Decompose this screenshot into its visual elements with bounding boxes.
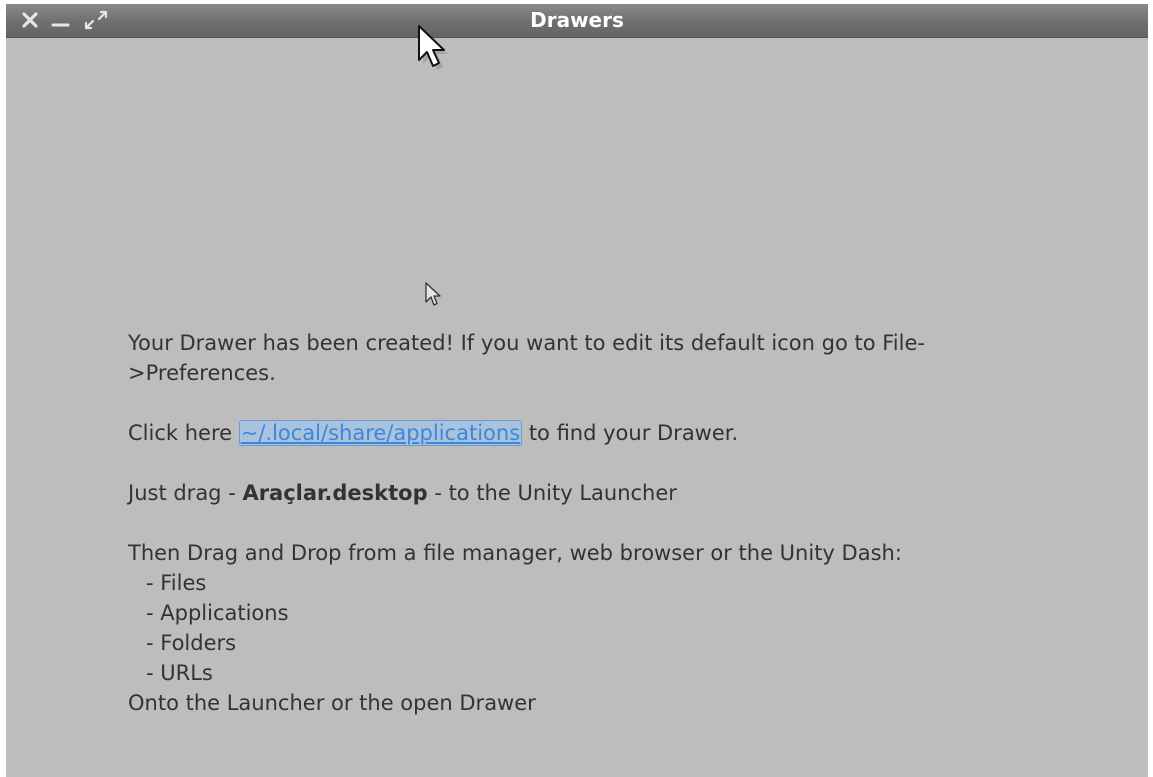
list-item: - Files [146, 571, 207, 595]
outro-line: Onto the Launcher or the open Drawer [128, 691, 536, 715]
title-bar[interactable]: Drawers [6, 4, 1148, 38]
mouse-pointer-icon [425, 282, 441, 306]
drawer-info-text: Your Drawer has been created! If you wan… [128, 328, 1128, 718]
click-here-line: Click here ~/.local/share/applications t… [128, 418, 1128, 448]
drawers-window: Drawers Your Drawer has been created! If… [6, 4, 1148, 777]
mouse-pointer-icon [418, 25, 448, 70]
drag-suffix: - to the Unity Launcher [427, 481, 677, 505]
list-item: - Folders [146, 631, 237, 655]
drag-line: Just drag - Araçlar.desktop - to the Uni… [128, 478, 1128, 508]
applications-folder-link[interactable]: ~/.local/share/applications [238, 420, 523, 446]
drag-prefix: Just drag - [128, 481, 243, 505]
intro-line-1: Your Drawer has been created! If you wan… [128, 331, 925, 355]
list-item: - URLs [146, 661, 213, 685]
intro-line-2: >Preferences. [128, 361, 276, 385]
click-suffix: to find your Drawer. [522, 421, 739, 445]
click-prefix: Click here [128, 421, 239, 445]
dnd-intro: Then Drag and Drop from a file manager, … [128, 541, 902, 565]
desktop-file-name: Araçlar.desktop [242, 481, 428, 505]
list-item: - Applications [146, 601, 289, 625]
window-title: Drawers [530, 8, 624, 32]
